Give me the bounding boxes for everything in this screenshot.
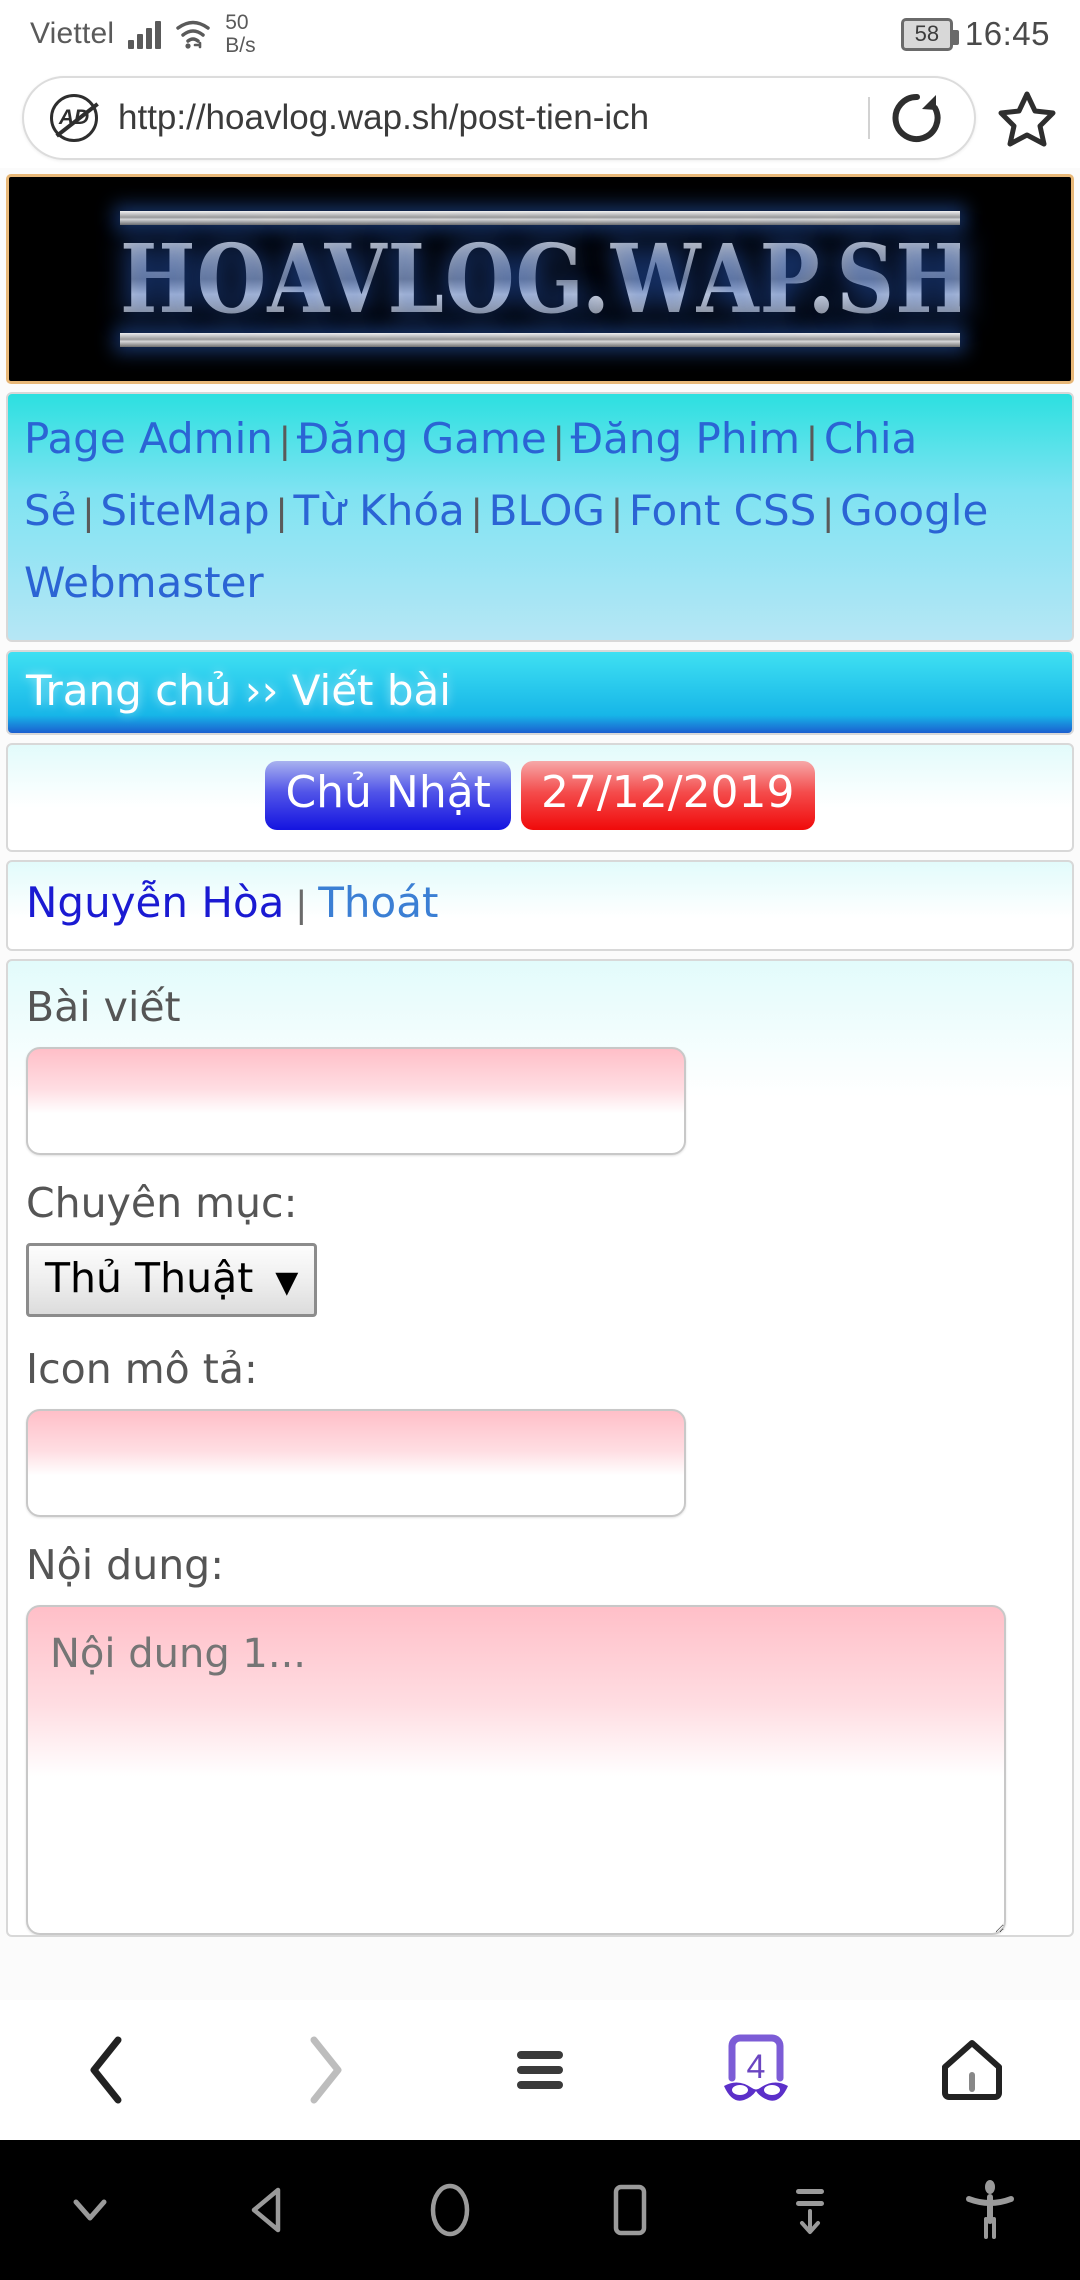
logout-link[interactable]: Thoát	[318, 878, 438, 927]
content-textarea[interactable]	[26, 1605, 1006, 1935]
date-badge: 27/12/2019	[520, 761, 815, 830]
weekday-badge: Chủ Nhật	[265, 761, 511, 830]
chevron-down-icon: ▼	[275, 1265, 299, 1300]
toolbar-divider	[868, 97, 870, 139]
nav-link-dang-phim[interactable]: Đăng Phim	[571, 414, 800, 463]
url-text[interactable]: http://hoavlog.wap.sh/post-tien-ich	[118, 98, 862, 138]
nav-separator: |	[279, 420, 290, 462]
clock: 16:45	[964, 15, 1050, 52]
nav-separator: |	[471, 492, 482, 534]
reload-icon[interactable]	[886, 87, 948, 149]
status-bar-left: Viettel 50 B/s	[30, 11, 256, 57]
nav-link-tu-khoa[interactable]: Từ Khóa	[294, 486, 465, 535]
date-row: Chủ Nhật 27/12/2019	[6, 743, 1074, 852]
network-speed: 50 B/s	[225, 11, 255, 57]
site-logo-text: HOAVLOG.WAP.SH	[120, 215, 971, 342]
user-separator: |	[296, 884, 307, 926]
browser-toolbar: AD http://hoavlog.wap.sh/post-tien-ich	[0, 68, 1080, 168]
nav-link-font-css[interactable]: Font CSS	[629, 486, 816, 535]
nav-separator: |	[276, 492, 287, 534]
tabs-count-label: 4	[746, 2048, 766, 2086]
status-bar-right: 58 16:45	[900, 15, 1050, 53]
browser-tabs-button[interactable]: 4	[648, 2000, 864, 2140]
android-back-button[interactable]	[180, 2140, 360, 2280]
nav-separator: |	[823, 492, 834, 534]
nav-separator: |	[807, 420, 817, 462]
nav-separator: |	[83, 492, 94, 534]
nav-link-page-admin[interactable]: Page Admin	[24, 414, 273, 463]
accessibility-button[interactable]	[900, 2140, 1080, 2280]
banner-inner: HOAVLOG.WAP.SH	[120, 211, 971, 347]
scroll-down-button[interactable]	[720, 2140, 900, 2280]
icon-input[interactable]	[26, 1409, 686, 1517]
browser-bottom-bar: 4	[0, 2000, 1080, 2140]
breadcrumb-text: Trang chủ ›› Viết bài	[26, 666, 451, 715]
site-nav-links: Page Admin | Đăng Game | Đăng Phim | Chia Sẻ | S…	[6, 392, 1074, 642]
category-label: Chuyên mục:	[26, 1179, 298, 1227]
nav-separator: |	[611, 492, 622, 534]
username-link[interactable]: Nguyễn Hòa	[26, 878, 284, 927]
category-select-value: Thủ Thuật	[45, 1254, 254, 1302]
breadcrumb: Trang chủ ›› Viết bài	[6, 650, 1074, 735]
battery-indicator: 58	[900, 17, 959, 51]
hide-keyboard-button[interactable]	[0, 2140, 180, 2280]
icon-label: Icon mô tả:	[26, 1345, 258, 1393]
android-recents-button[interactable]	[540, 2140, 720, 2280]
user-row: Nguyễn Hòa | Thoát	[6, 860, 1074, 951]
browser-back-button[interactable]	[0, 2000, 216, 2140]
incognito-tabs-icon: 4	[718, 2030, 794, 2110]
status-bar: Viettel 50 B/s 58 16:45	[0, 0, 1080, 68]
bookmark-star-icon[interactable]	[996, 87, 1058, 149]
android-nav-bar	[0, 2140, 1080, 2280]
wifi-icon	[175, 19, 211, 49]
content-label: Nội dung:	[26, 1541, 225, 1589]
adblock-icon[interactable]: AD	[50, 94, 98, 142]
network-speed-value: 50	[225, 11, 249, 34]
nav-link-blog[interactable]: BLOG	[489, 486, 605, 535]
signal-bars-icon	[128, 19, 162, 49]
nav-separator: |	[553, 420, 564, 462]
title-label: Bài viết	[26, 983, 181, 1031]
phone-screen: Viettel 50 B/s 58 16:45 AD http://hoavlo…	[0, 0, 1080, 2280]
nav-link-sitemap[interactable]: SiteMap	[100, 486, 269, 535]
carrier-label: Viettel	[30, 17, 115, 50]
category-select[interactable]: Thủ Thuật ▼	[26, 1243, 318, 1317]
browser-forward-button	[216, 2000, 432, 2140]
network-speed-unit: B/s	[225, 34, 256, 57]
post-form: Bài viết Chuyên mục: Thủ Thuật ▼ Icon mô …	[6, 959, 1074, 1937]
android-home-button[interactable]	[360, 2140, 540, 2280]
title-input[interactable]	[26, 1047, 686, 1155]
address-bar[interactable]: AD http://hoavlog.wap.sh/post-tien-ich	[22, 76, 976, 160]
nav-link-dang-game[interactable]: Đăng Game	[297, 414, 547, 463]
browser-home-button[interactable]	[864, 2000, 1080, 2140]
site-logo-banner: HOAVLOG.WAP.SH	[6, 174, 1074, 384]
browser-menu-button[interactable]	[432, 2000, 648, 2140]
web-page-viewport: HOAVLOG.WAP.SH Page Admin | Đăng Game | Đăng…	[0, 168, 1080, 2000]
